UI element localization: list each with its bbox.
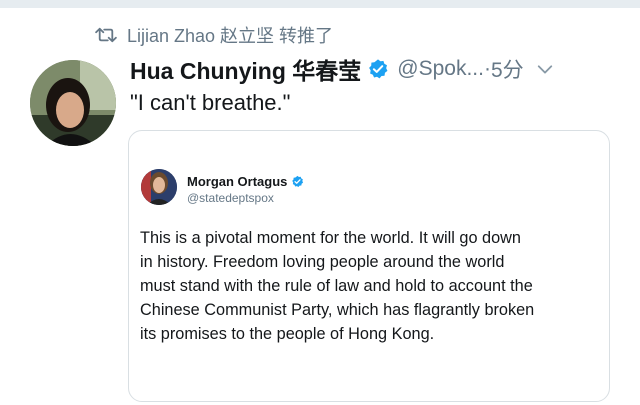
verified-badge-icon [292,175,304,188]
quoted-text-line: in history. Freedom loving people around… [140,253,505,271]
quoted-author-name-row[interactable]: Morgan Ortagus [187,174,304,189]
tweet-timestamp[interactable]: 5分 [491,54,524,84]
chevron-down-icon[interactable] [536,60,554,78]
separator-dot: · [483,57,491,80]
author-avatar[interactable] [30,60,116,146]
retweet-context[interactable]: Lijian Zhao 赵立坚 转推了 [95,22,333,48]
author-name[interactable]: Hua Chunying 华春莹 [130,52,361,86]
quoted-avatar-photo [141,169,177,205]
tweet-text: "I can't breathe." [130,90,291,115]
quoted-text-line: its promises to the people of Hong Kong. [140,325,435,343]
quoted-tweet-text: This is a pivotal moment for the world. … [140,226,602,346]
author-handle[interactable]: @Spok... [397,57,484,81]
quoted-tweet-card[interactable]: Morgan Ortagus @statedeptspox This is a … [128,130,610,402]
top-divider [0,0,640,8]
verified-badge-icon [369,59,388,79]
quoted-text-line: This is a pivotal moment for the world. … [140,229,521,247]
quoted-author-name: Morgan Ortagus [187,174,288,189]
quoted-text-line: must stand with the rule of law and hold… [140,277,533,295]
quoted-author-handle[interactable]: @statedeptspox [187,191,274,205]
quoted-author-avatar[interactable] [141,169,177,205]
retweet-label: Lijian Zhao 赵立坚 转推了 [127,26,334,46]
quoted-text-line: Chinese Communist Party, which has flagr… [140,301,535,319]
tweet-header: Hua Chunying 华春莹 @Spok... · 5分 [130,52,620,86]
avatar-photo [30,60,116,146]
retweet-icon [95,27,117,43]
